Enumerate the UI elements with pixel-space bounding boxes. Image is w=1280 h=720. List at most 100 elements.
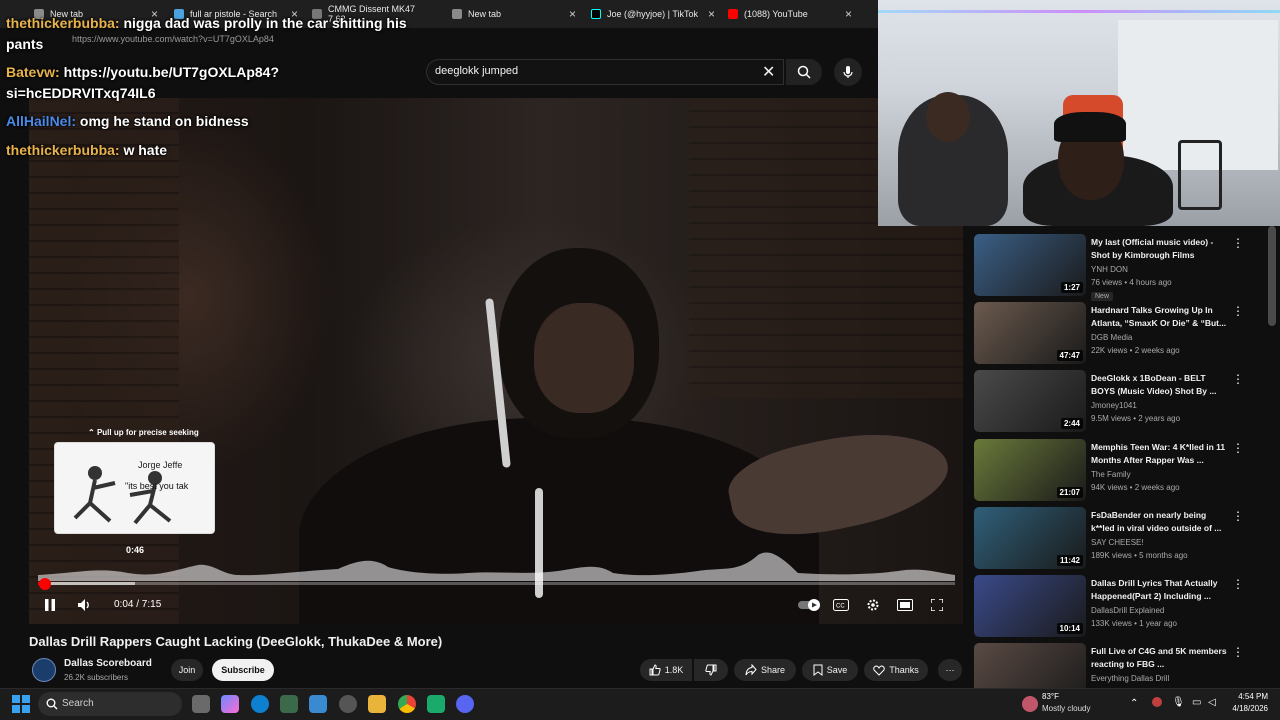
share-button[interactable]: Share xyxy=(734,659,796,681)
gear-icon xyxy=(867,599,879,611)
browser-tab[interactable]: Joe (@hyyjoe) | TikTok × xyxy=(585,4,719,24)
recommendation-channel[interactable]: DallasDrill Explained xyxy=(1091,606,1164,615)
recommendation-title[interactable]: Dallas Drill Lyrics That Actually Happen… xyxy=(1091,577,1231,603)
recommendation-title[interactable]: My last (Official music video) - Shot by… xyxy=(1091,236,1231,262)
fullscreen-button[interactable] xyxy=(928,596,946,614)
close-icon[interactable]: × xyxy=(569,7,576,21)
network-icon[interactable]: ▭ xyxy=(1192,697,1201,708)
url-text[interactable]: https://www.youtube.com/watch?v=UT7gOXLA… xyxy=(72,34,274,44)
chat-message: AllHailNel: omg he stand on bidness xyxy=(6,112,249,130)
copilot-icon[interactable] xyxy=(221,695,239,713)
chat-text: omg he stand on bidness xyxy=(79,113,249,129)
recommendation-channel[interactable]: YNH DON xyxy=(1091,265,1128,274)
recommendation-thumbnail[interactable]: 1:27 xyxy=(974,234,1086,296)
discord-icon[interactable] xyxy=(456,695,474,713)
chevron-up-icon[interactable]: ⌃ xyxy=(1130,698,1138,709)
browser-tab-active[interactable]: (1088) YouTube × xyxy=(722,4,856,24)
captions-button[interactable]: CC xyxy=(832,596,850,614)
edge-icon[interactable] xyxy=(251,695,269,713)
recommendation-item[interactable]: 1:27 My last (Official music video) - Sho… xyxy=(974,234,1264,301)
chrome-icon[interactable] xyxy=(398,695,416,713)
tray-icon[interactable] xyxy=(1152,697,1162,707)
autoplay-toggle[interactable] xyxy=(797,596,821,614)
thanks-icon xyxy=(873,665,885,676)
recommendation-item[interactable]: 11:42 FsDaBender on nearly being k**led i… xyxy=(974,507,1264,569)
recommendation-title[interactable]: Full Live of C4G and 5K members reacting… xyxy=(1091,645,1231,671)
recommendation-thumbnail[interactable]: 2:44 xyxy=(974,370,1086,432)
windows-start-icon[interactable] xyxy=(12,695,30,713)
recommendation-item[interactable]: 10:14 Dallas Drill Lyrics That Actually H… xyxy=(974,575,1264,637)
tab-label: (1088) YouTube xyxy=(744,9,808,19)
app-icon[interactable] xyxy=(427,695,445,713)
progress-track[interactable] xyxy=(38,582,955,585)
channel-avatar[interactable] xyxy=(32,658,56,682)
scrollbar[interactable] xyxy=(1268,226,1276,326)
volume-icon[interactable]: ◁ xyxy=(1208,697,1216,708)
microphone-icon[interactable]: 🎙 xyxy=(1172,697,1185,708)
recommendation-title[interactable]: Memphis Teen War: 4 K*lled in 11 Months … xyxy=(1091,441,1231,467)
theater-mode-button[interactable] xyxy=(896,596,914,614)
file-explorer-icon[interactable] xyxy=(368,695,386,713)
app-icon[interactable] xyxy=(339,695,357,713)
join-button[interactable]: Join xyxy=(171,659,203,681)
thumbs-up-icon xyxy=(649,664,661,676)
tab-label: New tab xyxy=(468,9,502,19)
voice-search-button[interactable] xyxy=(834,58,862,86)
recommendation-channel[interactable]: DGB Media xyxy=(1091,333,1132,342)
recommendation-channel[interactable]: SAY CHEESE! xyxy=(1091,538,1144,547)
like-button[interactable]: 1.8K xyxy=(640,659,692,681)
save-button[interactable]: Save xyxy=(802,659,858,681)
clock-time[interactable]: 4:54 PM xyxy=(1224,692,1268,701)
chat-message: thethickerbubba: nigga dad was prolly in… xyxy=(6,14,407,32)
recommendation-title[interactable]: Hardnard Talks Growing Up In Atlanta, “S… xyxy=(1091,304,1231,330)
subscribe-button[interactable]: Subscribe xyxy=(212,659,274,681)
more-actions-button[interactable]: ⋯ xyxy=(938,659,962,681)
thanks-button[interactable]: Thanks xyxy=(864,659,928,681)
scrubber-handle[interactable] xyxy=(39,578,51,590)
task-view-icon[interactable] xyxy=(192,695,210,713)
recommendation-thumbnail[interactable]: 47:47 xyxy=(974,302,1086,364)
tab-favicon-icon xyxy=(452,9,462,19)
search-button[interactable] xyxy=(786,59,822,85)
taskbar-search-label: Search xyxy=(62,698,94,709)
recommendation-thumbnail[interactable]: 21:07 xyxy=(974,439,1086,501)
more-vert-icon[interactable]: ⋮ xyxy=(1232,645,1244,659)
close-icon[interactable]: × xyxy=(845,7,852,21)
recommendation-item[interactable]: 21:07 Memphis Teen War: 4 K*lled in 11 Mo… xyxy=(974,439,1264,501)
recommendation-channel[interactable]: Everything Dallas Drill xyxy=(1091,674,1169,683)
more-vert-icon[interactable]: ⋮ xyxy=(1232,509,1244,523)
store-icon[interactable] xyxy=(309,695,327,713)
settings-button[interactable] xyxy=(864,596,882,614)
channel-name[interactable]: Dallas Scoreboard xyxy=(64,658,152,669)
microphone-icon xyxy=(843,66,853,78)
streamer-webcam xyxy=(878,0,1280,226)
app-icon[interactable] xyxy=(280,695,298,713)
mute-button[interactable] xyxy=(76,596,94,614)
recommendation-item[interactable]: 47:47 Hardnard Talks Growing Up In Atlant… xyxy=(974,302,1264,364)
chat-text: nigga dad was prolly in the car shitting… xyxy=(123,15,407,31)
clear-search-icon[interactable]: ✕ xyxy=(762,62,775,82)
recommendation-thumbnail[interactable]: 11:42 xyxy=(974,507,1086,569)
recommendation-title[interactable]: DeeGlokk x 1BoDean - BELT BOYS (Music Vi… xyxy=(1091,372,1231,398)
person-right-cap xyxy=(1054,112,1126,142)
pause-button[interactable] xyxy=(42,596,58,614)
recommendation-channel[interactable]: Jmoney1041 xyxy=(1091,401,1137,410)
more-vert-icon[interactable]: ⋮ xyxy=(1232,236,1244,250)
recommendation-item[interactable]: 2:44 DeeGlokk x 1BoDean - BELT BOYS (Musi… xyxy=(974,370,1264,432)
video-title: Dallas Drill Rappers Caught Lacking (Dee… xyxy=(29,634,443,649)
more-vert-icon[interactable]: ⋮ xyxy=(1232,304,1244,318)
browser-tab[interactable]: New tab × xyxy=(446,4,580,24)
more-vert-icon[interactable]: ⋮ xyxy=(1232,372,1244,386)
more-vert-icon[interactable]: ⋮ xyxy=(1232,577,1244,591)
more-vert-icon[interactable]: ⋮ xyxy=(1232,441,1244,455)
new-badge: New xyxy=(1091,292,1114,301)
weather-icon[interactable] xyxy=(1022,696,1038,712)
recommendation-thumbnail[interactable]: 10:14 xyxy=(974,575,1086,637)
taskbar-search[interactable] xyxy=(38,692,182,716)
clock-date[interactable]: 4/18/2026 xyxy=(1224,704,1268,713)
recommendation-title[interactable]: FsDaBender on nearly being k**led in vir… xyxy=(1091,509,1231,535)
close-icon[interactable]: × xyxy=(708,7,715,21)
recommendation-channel[interactable]: The Family xyxy=(1091,470,1131,479)
dislike-button[interactable] xyxy=(694,659,728,681)
search-query[interactable]: deeglokk jumped xyxy=(435,65,518,77)
